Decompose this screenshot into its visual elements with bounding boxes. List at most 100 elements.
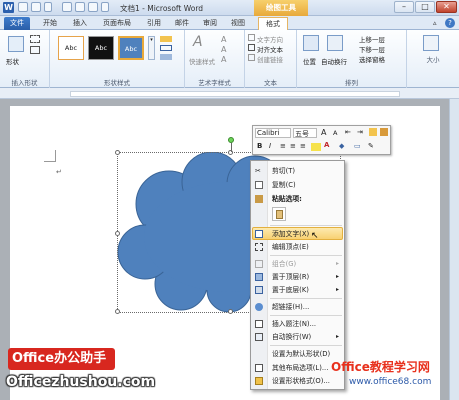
- new-doc-icon[interactable]: [62, 2, 72, 12]
- align-center-icon[interactable]: ≡: [290, 142, 296, 150]
- tab-format[interactable]: 格式: [258, 17, 288, 30]
- resize-handle-bl[interactable]: [115, 309, 120, 314]
- mouse-cursor-icon: ↖: [311, 231, 319, 241]
- position-icon[interactable]: [303, 35, 319, 51]
- wrap-text-icon[interactable]: [327, 35, 343, 51]
- minimize-button[interactable]: –: [394, 1, 414, 13]
- resize-handle-ml[interactable]: [115, 231, 120, 236]
- shrink-font-icon[interactable]: A: [333, 129, 337, 137]
- ribbon-tab-bar: 文件 开始 插入 页面布局 引用 邮件 审阅 视图 格式 ▵ ?: [0, 16, 459, 30]
- text-outline-icon[interactable]: A: [221, 45, 226, 54]
- shapes-gallery-icon[interactable]: [8, 36, 24, 52]
- bring-forward-button[interactable]: 上移一层: [359, 34, 385, 44]
- resize-handle-bm[interactable]: [228, 309, 233, 314]
- menu-item-bring-to-front[interactable]: 置于顶层(R) ▸: [251, 271, 344, 283]
- print-icon[interactable]: [88, 2, 98, 12]
- text-fill-icon[interactable]: A: [221, 35, 226, 44]
- ruler-text-area: [70, 91, 400, 97]
- shape-style-blue[interactable]: Abc: [118, 36, 144, 60]
- tab-file[interactable]: 文件: [4, 17, 30, 30]
- tab-mailings[interactable]: 邮件: [170, 17, 194, 30]
- tab-view[interactable]: 视图: [226, 17, 250, 30]
- quick-styles-icon[interactable]: A: [193, 34, 203, 50]
- create-link-button[interactable]: 创建链接: [257, 54, 283, 64]
- menu-item-wrap-text[interactable]: 自动换行(W) ▸: [251, 331, 344, 343]
- size-icon[interactable]: [423, 35, 439, 51]
- align-right-icon[interactable]: ≡: [300, 142, 306, 150]
- shape-styles-more-icon[interactable]: ▾: [148, 36, 155, 60]
- italic-icon[interactable]: I: [269, 142, 271, 150]
- vertical-scrollbar[interactable]: [449, 99, 459, 400]
- menu-item-format-shape[interactable]: 设置形状格式(O)...: [251, 375, 344, 387]
- submenu-arrow-icon: ▸: [335, 273, 339, 280]
- align-text-button[interactable]: 对齐文本: [257, 44, 283, 54]
- resize-handle-tl[interactable]: [115, 150, 120, 155]
- highlight-icon[interactable]: [311, 143, 321, 151]
- help-icon[interactable]: ?: [445, 18, 455, 28]
- quick-access-dropdown-icon[interactable]: [44, 2, 52, 12]
- grow-font-icon[interactable]: A: [321, 128, 326, 137]
- tab-review[interactable]: 审阅: [198, 17, 222, 30]
- format-painter-icon[interactable]: [369, 128, 377, 136]
- font-color-icon[interactable]: A: [324, 141, 329, 149]
- quick-access-more-icon[interactable]: [101, 2, 109, 12]
- menu-item-edit-points[interactable]: 编辑顶点(E): [251, 241, 344, 253]
- rotation-handle-stem: [231, 143, 232, 152]
- menu-item-group[interactable]: 组合(G) ▸: [251, 258, 344, 270]
- title-bar: W 文档1 - Microsoft Word 绘图工具 – □ ✕: [0, 0, 459, 16]
- text-effects-icon[interactable]: A: [221, 55, 226, 64]
- text-direction-button[interactable]: 文字方向: [257, 34, 283, 44]
- menu-item-hyperlink[interactable]: 超链接(H)...: [251, 301, 344, 313]
- group-label-shape-styles: 形状样式: [104, 79, 130, 87]
- group-text: 文字方向 对齐文本 创建链接 文本: [245, 30, 297, 88]
- menu-item-send-to-back[interactable]: 置于底层(K) ▸: [251, 284, 344, 296]
- bold-icon[interactable]: B: [257, 142, 262, 150]
- open-icon[interactable]: [75, 2, 85, 12]
- menu-item-copy[interactable]: 复制(C): [251, 179, 344, 191]
- align-left-icon[interactable]: ≡: [280, 142, 286, 150]
- submenu-arrow-icon: ▸: [335, 286, 339, 293]
- wrap-text-button-label[interactable]: 自动换行: [321, 56, 347, 66]
- shape-style-black[interactable]: Abc: [88, 36, 114, 60]
- text-box-ribbon-icon[interactable]: [30, 46, 40, 54]
- shape-style-white[interactable]: Abc: [58, 36, 84, 60]
- send-backward-button[interactable]: 下移一层: [359, 44, 385, 54]
- menu-item-paste-options: 粘贴选项:: [251, 193, 344, 205]
- selection-pane-button[interactable]: 选择窗格: [359, 54, 385, 64]
- line-style-icon[interactable]: ✎: [368, 142, 374, 150]
- tab-references[interactable]: 引用: [142, 17, 166, 30]
- shape-fill-icon[interactable]: [160, 36, 172, 42]
- shape-outline-icon[interactable]: [160, 45, 172, 51]
- font-name-box[interactable]: Calibri: [255, 128, 291, 138]
- tab-home[interactable]: 开始: [38, 17, 62, 30]
- tab-page-layout[interactable]: 页面布局: [98, 17, 136, 30]
- shapes-button-label[interactable]: 形状: [6, 56, 19, 66]
- word-app-icon[interactable]: W: [3, 2, 14, 13]
- quick-styles-label[interactable]: 快速样式: [189, 56, 215, 66]
- bring-front-icon: [255, 273, 263, 281]
- undo-icon[interactable]: [31, 2, 41, 12]
- close-button[interactable]: ✕: [436, 1, 457, 13]
- decrease-indent-icon[interactable]: ⇥: [357, 128, 363, 136]
- minimize-ribbon-icon[interactable]: ▵: [433, 19, 437, 27]
- submenu-arrow-icon: ▸: [335, 333, 339, 340]
- shape-effects-icon[interactable]: [160, 54, 172, 60]
- tab-insert[interactable]: 插入: [68, 17, 92, 30]
- save-icon[interactable]: [18, 2, 28, 12]
- menu-item-add-text[interactable]: 添加文字(X): [251, 228, 344, 240]
- menu-item-cut[interactable]: ✂ 剪切(T): [251, 165, 344, 177]
- copy-format-icon[interactable]: [380, 128, 388, 136]
- edit-shape-icon[interactable]: [30, 35, 40, 43]
- text-box-icon: [255, 230, 263, 238]
- shape-fill-mini-icon[interactable]: ◆: [339, 142, 344, 150]
- outline-mini-icon[interactable]: ▭: [354, 142, 361, 150]
- font-size-box[interactable]: 五号: [293, 128, 317, 138]
- position-button-label[interactable]: 位置: [303, 56, 316, 66]
- ribbon: 形状 插入形状 Abc Abc Abc ▾ 形状样式 A 快速样式 A A A …: [0, 30, 459, 88]
- paste-keep-format-button[interactable]: [272, 207, 286, 221]
- menu-separator: [270, 255, 342, 256]
- menu-label: 超链接(H)...: [272, 303, 310, 311]
- maximize-button[interactable]: □: [415, 1, 435, 13]
- menu-item-insert-caption[interactable]: 插入题注(N)...: [251, 318, 344, 330]
- increase-indent-icon[interactable]: ⇤: [345, 128, 351, 136]
